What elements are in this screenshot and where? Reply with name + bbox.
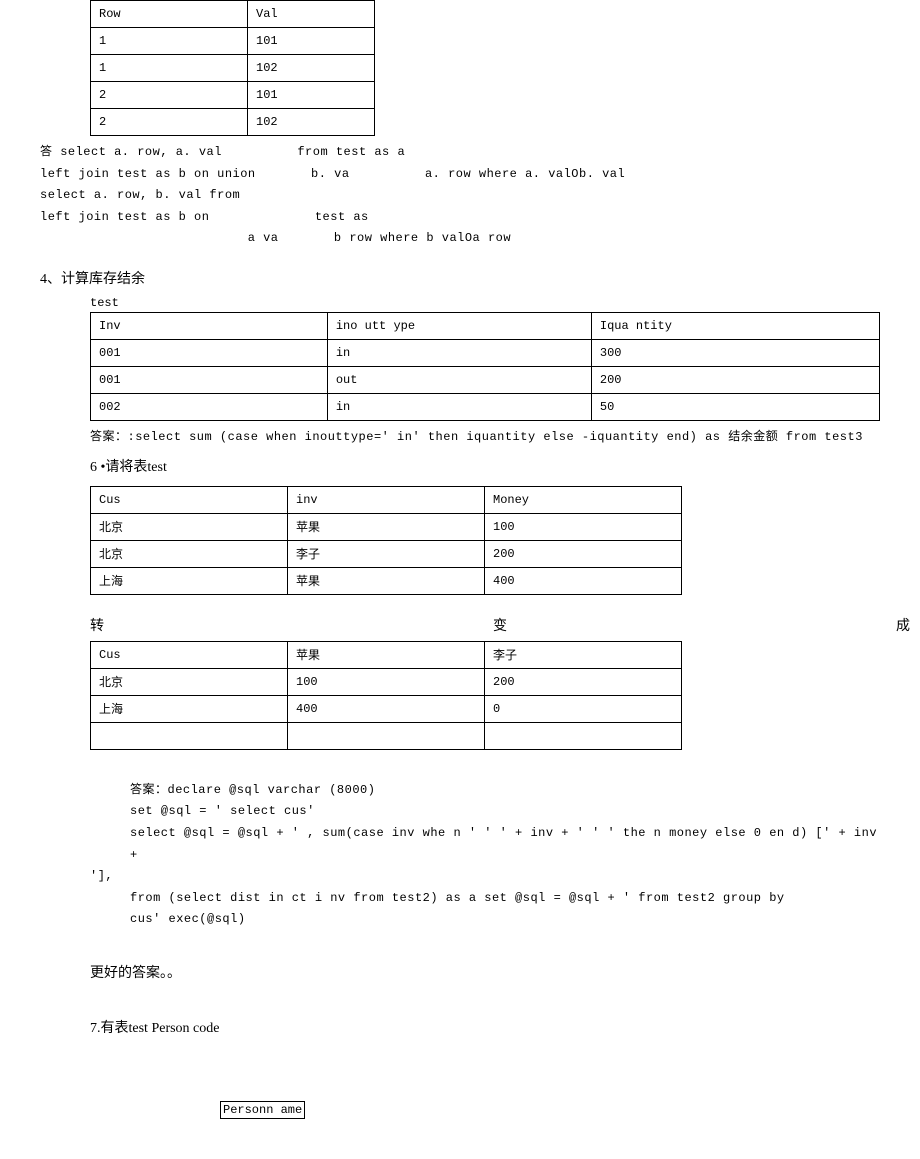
col-header: Val [248, 1, 375, 28]
table-row: 001 out 200 [91, 366, 880, 393]
table-row: 2 102 [91, 109, 375, 136]
transform-char: 成 [896, 615, 910, 635]
answer-block-1: 答 select a. row, a. val from test as a l… [40, 142, 880, 250]
answer-text: cus' exec(@sql) [130, 909, 880, 931]
answer-text: b. va [311, 167, 350, 181]
boxed-label-container: Personn ame [220, 1101, 880, 1119]
table-header-row: Inv ino utt ype Iqua ntity [91, 312, 880, 339]
col-header: Cus [91, 486, 288, 513]
answer-text: a va [248, 231, 279, 245]
transform-char: 转 [90, 615, 104, 635]
table-row: 002 in 50 [91, 393, 880, 420]
table-label: test [90, 296, 880, 310]
answer-text: left join test as b on [40, 210, 209, 224]
document-page: Row Val 1 101 1 102 2 101 2 102 答 select… [0, 0, 920, 1159]
section-4-title: 4、计算库存结余 [40, 268, 880, 288]
col-header: Money [485, 486, 682, 513]
answer-text: '], [90, 866, 880, 888]
answer-text: test as [315, 210, 369, 224]
table-row: 北京 李子 200 [91, 540, 682, 567]
table-row: 上海 400 0 [91, 695, 682, 722]
answer-text: left join test as b on union [40, 167, 256, 181]
col-header: ino utt ype [327, 312, 591, 339]
table-header-row: Cus 苹果 李子 [91, 641, 682, 668]
table-row: 上海 苹果 400 [91, 567, 682, 594]
col-header: Inv [91, 312, 328, 339]
answer-2: 答案：:select sum (case when inouttype=' in… [90, 427, 880, 449]
table-header-row: Row Val [91, 1, 375, 28]
table-inventory: Inv ino utt ype Iqua ntity 001 in 300 00… [90, 312, 880, 421]
col-header: inv [288, 486, 485, 513]
table-cus-inv: Cus inv Money 北京 苹果 100 北京 李子 200 上海 苹果 … [90, 486, 682, 595]
better-answer: 更好的答案。。 [90, 961, 880, 986]
answer-text: b row where b valOa row [334, 231, 511, 245]
col-header: 苹果 [288, 641, 485, 668]
answer-text: 答 select a. row, a. val [40, 145, 222, 159]
table-row: 北京 苹果 100 [91, 513, 682, 540]
answer-text: a. row where a. valOb. val [425, 167, 625, 181]
table-row: 001 in 300 [91, 339, 880, 366]
answer-text: from test as a [297, 145, 405, 159]
table-row: 1 102 [91, 55, 375, 82]
answer-block-3: 答案：declare @sql varchar (8000) set @sql … [40, 780, 880, 931]
table-header-row: Cus inv Money [91, 486, 682, 513]
section-7-title: 7.有表test Person code [90, 1016, 880, 1041]
answer-text: select a. row, b. val from [40, 185, 880, 207]
col-header: Iqua ntity [591, 312, 879, 339]
table-row [91, 722, 682, 749]
table-pivot: Cus 苹果 李子 北京 100 200 上海 400 0 [90, 641, 682, 750]
table-row: 1 101 [91, 28, 375, 55]
answer-text: select @sql = @sql + ' , sum(case inv wh… [130, 823, 880, 866]
col-header: 李子 [485, 641, 682, 668]
answer-text: set @sql = ' select cus' [130, 801, 880, 823]
col-header: Row [91, 1, 248, 28]
section-6-title: 6 •请将表test [90, 455, 880, 480]
transform-char: 变 [493, 615, 507, 635]
table-row: 2 101 [91, 82, 375, 109]
answer-text: 答案：declare @sql varchar (8000) [130, 780, 880, 802]
answer-text: from (select dist in ct i nv from test2)… [130, 888, 880, 910]
transform-row: 转 变 成 [90, 615, 910, 635]
table-row: 北京 100 200 [91, 668, 682, 695]
boxed-label: Personn ame [220, 1101, 305, 1119]
table-row-val: Row Val 1 101 1 102 2 101 2 102 [90, 0, 375, 136]
col-header: Cus [91, 641, 288, 668]
